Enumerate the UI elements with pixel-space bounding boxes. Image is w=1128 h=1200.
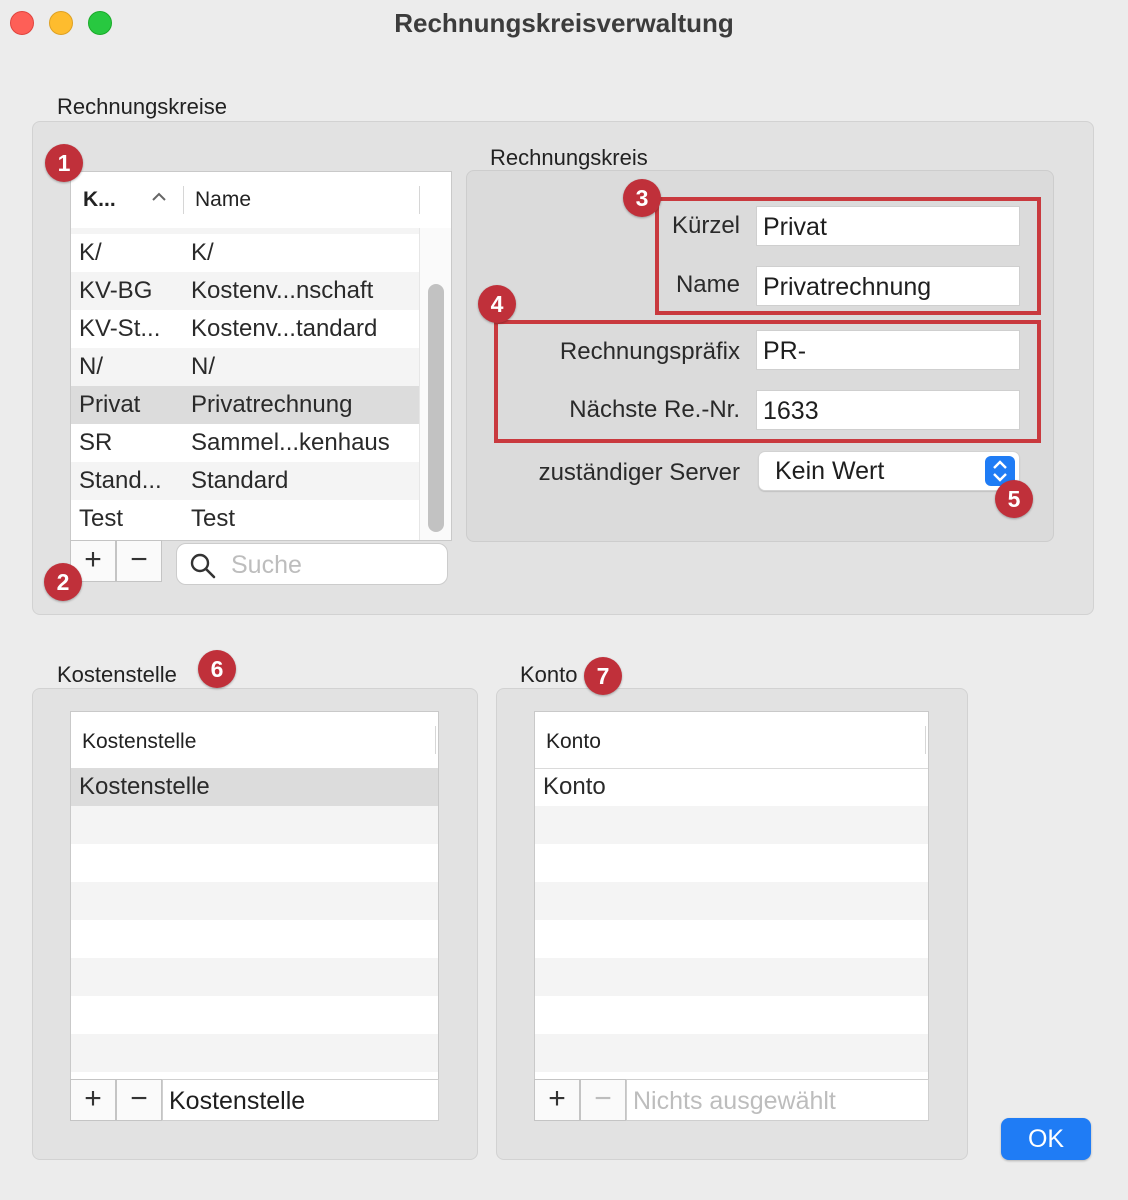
table-row[interactable]: KV-St... Kostenv...tandard — [71, 310, 419, 348]
konto-table[interactable]: Konto Konto — [534, 711, 929, 1080]
sort-ascending-icon — [151, 190, 167, 209]
remove-kostenstelle-button[interactable]: − — [116, 1079, 162, 1121]
table-row[interactable]: Stand... Standard — [71, 462, 419, 500]
remove-konto-button[interactable]: − — [580, 1079, 626, 1121]
rechnungskreise-group-label: Rechnungskreise — [57, 94, 227, 119]
add-kostenstelle-button[interactable]: + — [70, 1079, 116, 1121]
cell-kuerzel: Stand... — [79, 467, 162, 494]
empty-row — [71, 920, 438, 958]
annotation-badge-2: 2 — [44, 563, 82, 601]
cell-name: Kostenv...nschaft — [191, 277, 374, 304]
cell-name: Standard — [191, 467, 289, 494]
annotation-badge-4: 4 — [478, 285, 516, 323]
empty-row — [535, 958, 928, 996]
empty-row — [71, 882, 438, 920]
table-row-selected[interactable]: Kostenstelle — [71, 768, 438, 806]
cell-name: N/ — [191, 353, 215, 380]
table-row[interactable]: K/K/ — [71, 234, 419, 272]
rechnungskreis-group-label: Rechnungskreis — [490, 145, 648, 170]
annotation-badge-7: 7 — [584, 657, 622, 695]
empty-row — [535, 1034, 928, 1072]
empty-row — [535, 806, 928, 844]
cell-kuerzel: SR — [79, 429, 113, 456]
cell-kostenstelle: Kostenstelle — [79, 773, 210, 800]
empty-row — [535, 920, 928, 958]
cell-kuerzel: KV-BG — [79, 277, 153, 304]
empty-row — [535, 844, 928, 882]
table-row[interactable]: N/N/ — [71, 348, 419, 386]
table-header: Kostenstelle — [71, 712, 438, 769]
table-row[interactable]: KV-BG Kostenv...nschaft — [71, 272, 419, 310]
empty-row — [71, 996, 438, 1034]
cell-name: K/ — [191, 239, 214, 266]
highlight-kuerzel-name — [655, 197, 1041, 315]
table-header: Konto — [535, 712, 928, 769]
kostenstelle-field[interactable]: Kostenstelle — [162, 1079, 439, 1121]
annotation-badge-6: 6 — [198, 650, 236, 688]
cell-name: Kostenv...tandard — [191, 315, 378, 342]
highlight-praefix-nummer — [494, 320, 1041, 443]
kostenstelle-group-label: Kostenstelle — [57, 662, 177, 687]
empty-row — [71, 958, 438, 996]
konto-field[interactable]: Nichts ausgewählt — [626, 1079, 929, 1121]
search-field[interactable]: Suche — [176, 543, 448, 585]
cell-kuerzel: Test — [79, 505, 124, 532]
ok-button[interactable]: OK — [1001, 1118, 1091, 1160]
empty-row — [71, 844, 438, 882]
cell-kuerzel: KV-St... — [79, 315, 161, 342]
window-title: Rechnungskreisverwaltung — [394, 8, 734, 38]
column-divider — [183, 186, 184, 214]
cell-name: Privatrechnung — [191, 391, 353, 418]
server-select-value: Kein Wert — [775, 457, 885, 485]
table-row[interactable]: Test Test — [71, 500, 419, 538]
column-divider — [925, 726, 926, 754]
title-bar: Rechnungskreisverwaltung — [0, 0, 1128, 48]
scrollbar-thumb[interactable] — [428, 284, 444, 532]
search-icon — [189, 552, 217, 585]
column-header-kuerzel[interactable]: K... — [83, 188, 116, 212]
kostenstelle-table[interactable]: Kostenstelle Kostenstelle — [70, 711, 439, 1080]
table-row[interactable]: Konto — [535, 768, 928, 806]
table-row-selected[interactable]: Privat Privatrechnung — [71, 386, 419, 424]
empty-row — [535, 882, 928, 920]
cell-konto: Konto — [543, 773, 606, 800]
konto-group-label: Konto — [520, 662, 578, 687]
zustaendiger-server-label: zuständiger Server — [538, 459, 740, 486]
column-header-kostenstelle[interactable]: Kostenstelle — [82, 730, 196, 754]
empty-row — [71, 1034, 438, 1072]
search-placeholder: Suche — [231, 551, 302, 579]
cell-kuerzel: N/ — [79, 353, 103, 380]
annotation-badge-5: 5 — [995, 480, 1033, 518]
add-konto-button[interactable]: + — [534, 1079, 580, 1121]
rechnungskreise-table[interactable]: K... Name K/K/ KV-BG Kostenv...nschaft KV… — [70, 171, 452, 541]
cell-name: Sammel...kenhaus — [191, 429, 390, 456]
table-row[interactable]: SR Sammel...kenhaus — [71, 424, 419, 462]
column-divider — [435, 726, 436, 754]
server-select[interactable]: Kein Wert — [758, 451, 1020, 491]
annotation-badge-3: 3 — [623, 179, 661, 217]
remove-rechnungskreis-button[interactable]: − — [116, 540, 162, 582]
cell-name: Test — [191, 505, 236, 532]
table-header: K... Name — [71, 172, 451, 229]
column-header-konto[interactable]: Konto — [546, 730, 601, 754]
column-header-name[interactable]: Name — [195, 188, 251, 212]
empty-row — [71, 806, 438, 844]
empty-row — [535, 996, 928, 1034]
cell-kuerzel: K/ — [79, 239, 102, 266]
cell-kuerzel: Privat — [79, 391, 141, 418]
annotation-badge-1: 1 — [45, 144, 83, 182]
column-divider — [419, 186, 420, 214]
